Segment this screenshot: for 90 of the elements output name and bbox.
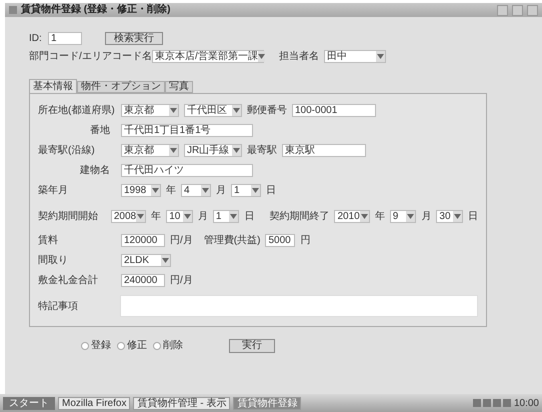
dropdown-arrow-icon: [184, 214, 191, 219]
dropdown-arrow-icon: [202, 188, 209, 193]
field-label: 年: [374, 210, 385, 224]
text-area[interactable]: [120, 295, 478, 317]
taskbar-button[interactable]: Mozilla Firefox: [58, 396, 130, 410]
radio-button[interactable]: [81, 342, 89, 350]
dropdown[interactable]: 2LDK: [121, 254, 171, 267]
field-label: 賃料: [38, 234, 59, 248]
dropdown[interactable]: 千代田区: [184, 104, 242, 117]
dropdown[interactable]: 1: [231, 184, 261, 197]
dropdown-arrow-icon: [170, 108, 177, 113]
run-button[interactable]: 実行: [229, 338, 275, 352]
dropdown-arrow-icon: [258, 54, 265, 59]
maximize-button[interactable]: [512, 4, 523, 16]
window-title: 賃貸物件登録 (登録・修正・削除): [21, 5, 170, 15]
dropdown[interactable]: 2010: [334, 210, 370, 223]
field-label: 月: [421, 210, 432, 224]
dropdown[interactable]: 10: [166, 210, 193, 223]
dropdown-arrow-icon: [360, 214, 368, 219]
radio-option[interactable]: 登録: [81, 338, 111, 353]
minimize-button[interactable]: [497, 4, 508, 16]
radio-button[interactable]: [153, 342, 161, 350]
input-field[interactable]: 千代田ハイツ: [121, 164, 253, 177]
input-field[interactable]: 東京駅: [282, 144, 366, 157]
input-field[interactable]: 5000: [265, 234, 296, 247]
field-label: 月: [198, 210, 208, 224]
field-label: ID:: [29, 32, 43, 46]
input-field[interactable]: 240000: [121, 274, 165, 287]
app-icon: [9, 6, 17, 14]
dropdown-arrow-icon: [170, 148, 177, 153]
dropdown[interactable]: 2008: [110, 210, 146, 223]
tab[interactable]: 物件・オプション: [77, 81, 165, 93]
dropdown[interactable]: 30: [436, 210, 464, 223]
field-label: 郵便番号: [247, 104, 287, 118]
dropdown-arrow-icon: [377, 54, 384, 59]
field-label: 契約期間開始: [38, 210, 99, 224]
input-field[interactable]: 千代田1丁目1番1号: [121, 124, 253, 137]
field-label: 年: [166, 184, 176, 198]
dropdown[interactable]: JR山手線: [184, 144, 242, 157]
dropdown-arrow-icon: [454, 214, 462, 219]
start-button[interactable]: スタート: [3, 396, 55, 410]
field-label: 番地: [89, 124, 111, 138]
field-label: 特記事項: [38, 300, 79, 314]
dropdown[interactable]: 4: [181, 184, 211, 197]
dropdown-arrow-icon: [152, 188, 159, 193]
field-label: 最寄駅(沿線): [38, 144, 96, 158]
input-field[interactable]: 120000: [121, 234, 165, 247]
field-label: 最寄駅: [247, 144, 277, 158]
dropdown[interactable]: 東京本店/営業部第一課: [152, 50, 264, 63]
dropdown-arrow-icon: [162, 258, 169, 263]
field-label: 所在地(都道府県): [38, 104, 116, 118]
dropdown[interactable]: 1998: [121, 184, 161, 197]
field-label: 管理費(共益): [204, 234, 260, 248]
taskbar-button[interactable]: 賃貸物件登録: [233, 396, 302, 410]
input-field[interactable]: 100-0001: [292, 104, 376, 117]
field-label: 担当者名: [279, 50, 319, 64]
dropdown-arrow-icon: [230, 214, 238, 219]
field-label: 円/月: [170, 234, 193, 248]
field-label: 円/月: [170, 274, 193, 288]
close-button[interactable]: [527, 4, 538, 16]
input-field[interactable]: 1: [48, 32, 82, 45]
clock: 10:00: [514, 396, 539, 410]
field-label: 円: [300, 234, 310, 248]
dropdown-arrow-icon: [233, 148, 240, 153]
field-label: 敷金礼金合計: [38, 274, 99, 288]
search-button[interactable]: 検索実行: [105, 32, 163, 45]
tab[interactable]: 写真: [165, 81, 193, 93]
field-label: 月: [216, 184, 226, 198]
field-label: 日: [468, 210, 478, 224]
taskbar-button[interactable]: 賃貸物件管理 - 表示: [133, 396, 230, 410]
field-label: 年: [151, 210, 162, 224]
dropdown[interactable]: 9: [390, 210, 416, 223]
field-label: 築年月: [38, 184, 69, 198]
tab[interactable]: 基本情報: [29, 79, 77, 93]
field-label: 契約期間終了: [269, 210, 330, 224]
dropdown-arrow-icon: [233, 108, 240, 113]
radio-button[interactable]: [117, 342, 125, 350]
radio-option[interactable]: 修正: [117, 338, 147, 353]
field-label: 日: [244, 210, 254, 224]
dropdown[interactable]: 東京都: [121, 144, 179, 157]
dropdown-arrow-icon: [137, 214, 144, 219]
dropdown[interactable]: 1: [212, 210, 240, 223]
radio-option[interactable]: 削除: [153, 338, 183, 353]
dropdown-arrow-icon: [252, 188, 259, 193]
field-label: 間取り: [38, 254, 69, 268]
dropdown[interactable]: 田中: [324, 50, 386, 63]
dropdown[interactable]: 東京都: [121, 104, 179, 117]
field-label: 建物名: [79, 164, 111, 178]
field-label: 日: [266, 184, 276, 198]
dropdown-arrow-icon: [407, 214, 414, 219]
